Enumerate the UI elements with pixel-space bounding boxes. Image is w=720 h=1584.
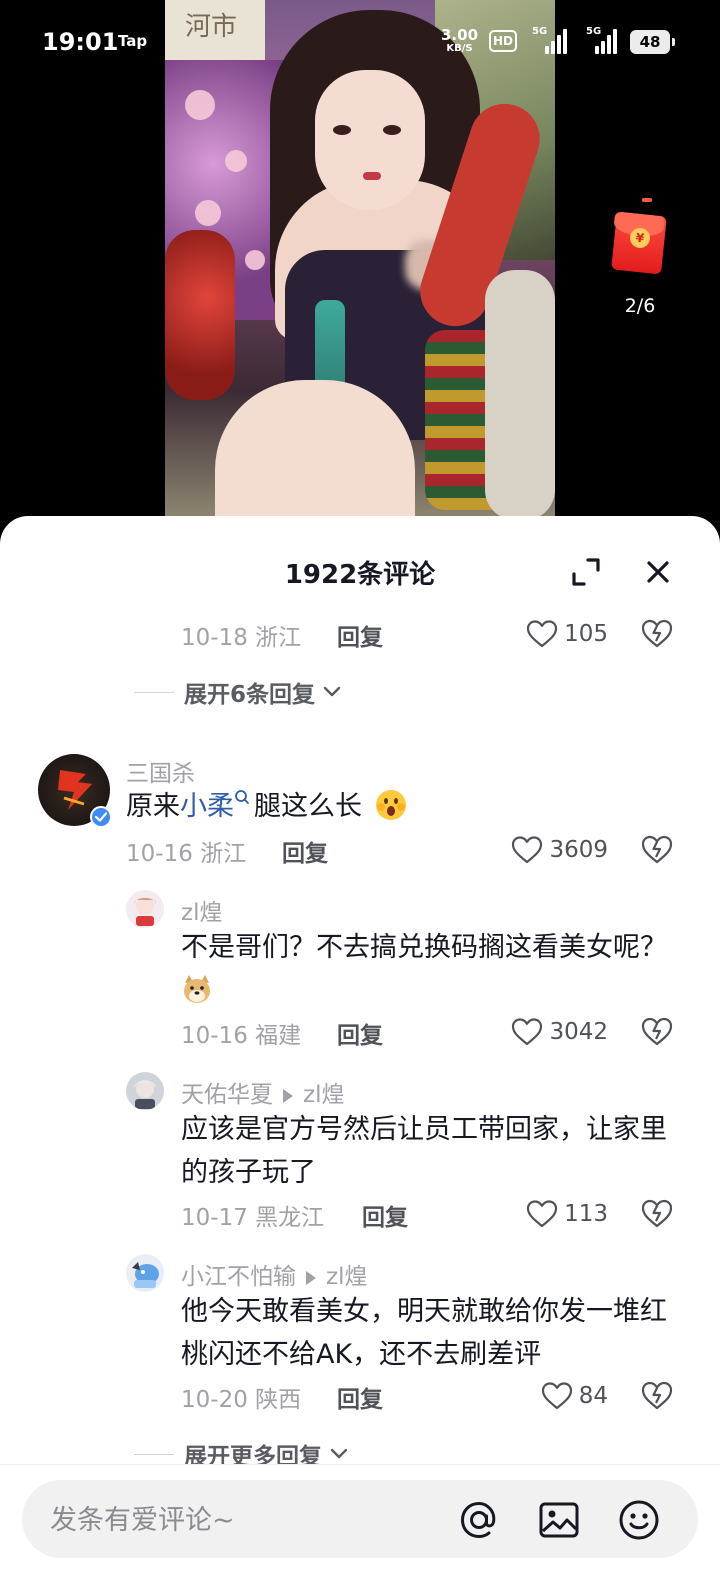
reply-username[interactable]: zl煌 bbox=[181, 893, 222, 927]
battery-icon: 48 bbox=[630, 30, 675, 54]
like-count: 113 bbox=[564, 1201, 608, 1227]
chevron-down-icon bbox=[323, 686, 341, 697]
hd-icon: HD bbox=[489, 30, 517, 52]
dislike-icon[interactable] bbox=[640, 1014, 674, 1048]
like-button[interactable]: 3042 bbox=[511, 1014, 608, 1050]
search-icon[interactable] bbox=[234, 789, 250, 807]
reply-button[interactable]: 回复 bbox=[282, 834, 328, 868]
dislike-icon[interactable] bbox=[640, 1378, 674, 1412]
comment-input-bar bbox=[0, 1464, 720, 1584]
comment-input[interactable] bbox=[50, 1500, 410, 1540]
dislike-icon[interactable] bbox=[640, 1196, 674, 1230]
comment-input-container[interactable] bbox=[22, 1480, 698, 1558]
status-bar: 19:01 Tap 3.00 KB/S HD 5G 5G 48 bbox=[0, 0, 720, 84]
reply-date-location: 10-20 陕西 bbox=[181, 1387, 302, 1413]
network-speed: 3.00 KB/S bbox=[441, 26, 479, 55]
verified-badge-icon bbox=[90, 806, 112, 828]
reply-to-username: zl煌 bbox=[303, 1082, 345, 1108]
like-count: 3609 bbox=[549, 837, 608, 863]
like-button[interactable]: 113 bbox=[526, 1196, 608, 1232]
reply-button[interactable]: 回复 bbox=[337, 1380, 383, 1414]
image-icon[interactable] bbox=[536, 1497, 582, 1543]
like-button[interactable]: 3609 bbox=[511, 832, 608, 868]
like-button[interactable]: 84 bbox=[541, 1378, 608, 1414]
heart-icon bbox=[526, 1200, 558, 1228]
reply-arrow-icon bbox=[306, 1270, 316, 1285]
heart-icon bbox=[512, 1018, 543, 1046]
reply-text: 他今天敢看美女，明天就敢给你发一堆红桃闪还不给AK，还不去刷差评 bbox=[181, 1296, 667, 1370]
heart-icon bbox=[541, 1382, 572, 1410]
image-page-counter: 2/6 bbox=[624, 295, 656, 317]
reply-button[interactable]: 回复 bbox=[362, 1198, 408, 1232]
surprised-face-emoji bbox=[375, 790, 406, 820]
reply-button[interactable]: 回复 bbox=[337, 618, 383, 652]
signal-icon bbox=[545, 28, 567, 54]
comment-date-location: 10-18 浙江 bbox=[181, 625, 302, 651]
reply-text: 不是哥们？不去搞兑换码搁这看美女呢？ bbox=[181, 926, 681, 1012]
comment-count-title: 1922条评论 bbox=[284, 560, 436, 590]
dislike-icon[interactable] bbox=[640, 616, 674, 650]
expand-replies-button[interactable]: 展开6条回复 bbox=[134, 674, 345, 710]
video-area[interactable]: 河市 19:01 Tap 3.00 KB/S HD 5G 5G 48 ¥ 2/6 bbox=[0, 0, 720, 560]
expand-icon[interactable] bbox=[568, 554, 604, 590]
avatar[interactable] bbox=[126, 1072, 164, 1110]
heart-icon bbox=[512, 836, 543, 864]
comment-date-location: 10-16 浙江 bbox=[126, 841, 247, 867]
comment-sheet: 1922条评论 10-18 浙江 回复 105 展开6条回复 三国杀 原来小柔腿… bbox=[0, 516, 720, 1584]
like-count: 3042 bbox=[549, 1019, 608, 1045]
heart-icon bbox=[526, 620, 558, 648]
close-icon[interactable] bbox=[640, 554, 676, 590]
comment-text: 原来小柔 腿这么长 bbox=[126, 785, 666, 828]
reply-text: 应该是官方号然后让员工带回家，让家里的孩子玩了 bbox=[181, 1114, 667, 1188]
signal-icon-2 bbox=[595, 28, 617, 54]
avatar[interactable] bbox=[126, 890, 164, 928]
like-count: 105 bbox=[564, 621, 608, 647]
at-icon[interactable] bbox=[456, 1497, 502, 1543]
reply-username[interactable]: 天佑华夏 zl煌 bbox=[181, 1075, 344, 1109]
like-count: 84 bbox=[578, 1383, 608, 1409]
tap-notification-icon: Tap bbox=[118, 32, 148, 50]
reply-arrow-icon bbox=[283, 1088, 293, 1103]
reply-to-username: zl煌 bbox=[326, 1264, 368, 1290]
emoji-icon[interactable] bbox=[616, 1497, 662, 1543]
reply-username[interactable]: 小江不怕输 zl煌 bbox=[181, 1257, 367, 1291]
status-time: 19:01 bbox=[42, 28, 119, 56]
mention-link[interactable]: 小柔 bbox=[180, 791, 234, 822]
reply-button[interactable]: 回复 bbox=[337, 1016, 383, 1050]
dislike-icon[interactable] bbox=[640, 832, 674, 866]
comment-username[interactable]: 三国杀 bbox=[126, 754, 195, 788]
reply-date-location: 10-16 福建 bbox=[181, 1023, 302, 1049]
reply-date-location: 10-17 黑龙江 bbox=[181, 1205, 325, 1231]
red-envelope-icon[interactable]: ¥ bbox=[611, 198, 668, 278]
doge-emoji bbox=[184, 975, 210, 1003]
avatar[interactable] bbox=[126, 1254, 164, 1292]
like-button[interactable]: 105 bbox=[526, 616, 608, 652]
